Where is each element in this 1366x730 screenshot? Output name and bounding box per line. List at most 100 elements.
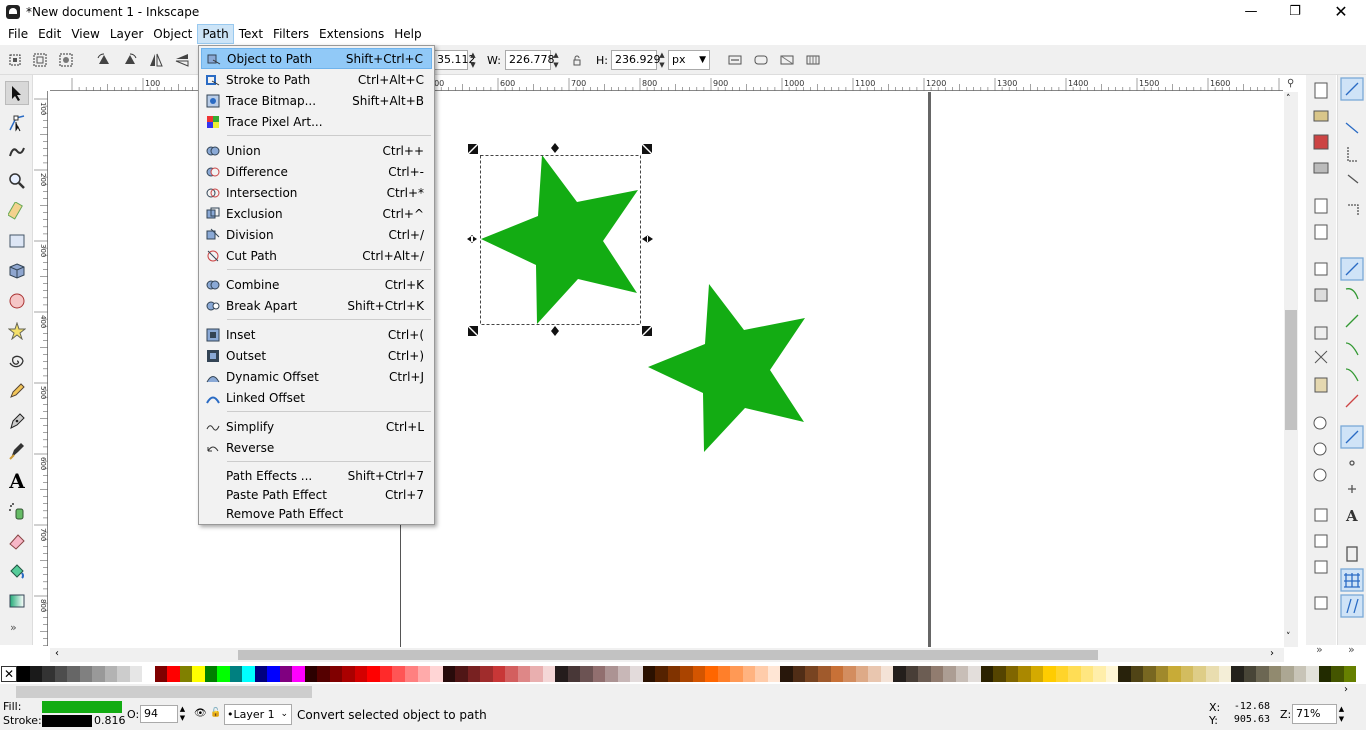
new-document-icon[interactable] (1314, 82, 1328, 99)
snap-bbox-center-icon[interactable] (1348, 204, 1359, 215)
unit-select[interactable]: px ▼ (668, 50, 710, 70)
color-swatch[interactable] (129, 666, 143, 682)
layer-select[interactable]: •Layer 1 ⌄ (224, 704, 292, 725)
color-swatch[interactable] (192, 666, 205, 682)
deselect-icon[interactable] (58, 52, 74, 68)
paste-icon[interactable] (1314, 377, 1328, 393)
opacity-field[interactable]: 94 (140, 705, 178, 723)
color-swatch[interactable] (605, 666, 618, 682)
color-swatch[interactable] (304, 666, 318, 682)
snap-bbox-corner-icon[interactable] (1347, 147, 1358, 162)
transform-gradients-icon[interactable] (779, 52, 795, 68)
vertical-scrollbar[interactable]: ˄ ˅ (1284, 92, 1298, 647)
zoom-page-icon[interactable] (1313, 468, 1327, 482)
color-swatch[interactable] (442, 666, 456, 682)
color-swatch[interactable] (1218, 666, 1232, 682)
scroll-up-icon[interactable]: ˄ (1286, 94, 1291, 104)
palette-scrollbar[interactable]: › (0, 684, 1366, 700)
menu-filters[interactable]: Filters (268, 24, 314, 44)
color-swatch[interactable] (692, 666, 706, 682)
color-swatch[interactable] (1130, 666, 1144, 682)
resize-handle-nw[interactable] (468, 144, 478, 154)
pencil-tool[interactable] (5, 379, 29, 403)
menu-item-inset[interactable]: Inset Ctrl+( (201, 324, 432, 345)
color-swatch[interactable] (455, 666, 468, 682)
snap-smooth-nodes-icon[interactable] (1345, 368, 1359, 382)
scroll-down-icon[interactable]: ˅ (1286, 632, 1291, 642)
select-all-layers-icon[interactable] (32, 52, 48, 68)
color-swatch[interactable] (1068, 666, 1081, 682)
select-all-icon[interactable] (7, 52, 23, 68)
redo-icon[interactable] (1314, 288, 1328, 302)
color-swatch[interactable] (1231, 666, 1244, 682)
color-swatch[interactable] (530, 666, 543, 682)
color-swatch[interactable] (792, 666, 806, 682)
save-icon[interactable] (1313, 134, 1329, 150)
color-swatch[interactable] (17, 666, 30, 682)
menu-file[interactable]: File (3, 24, 33, 44)
rotate-cw-icon[interactable] (122, 52, 138, 68)
color-swatch[interactable] (1331, 666, 1344, 682)
resize-handle-w[interactable] (467, 235, 477, 243)
menu-item-trace-bitmap[interactable]: Trace Bitmap... Shift+Alt+B (201, 90, 432, 111)
export-icon[interactable] (1314, 224, 1328, 240)
color-swatch[interactable] (92, 666, 105, 682)
color-swatch[interactable] (930, 666, 944, 682)
color-swatch[interactable] (342, 666, 355, 682)
color-swatch[interactable] (1243, 666, 1257, 682)
palette-scroll-right-icon[interactable]: › (1344, 684, 1348, 695)
color-swatch[interactable] (480, 666, 493, 682)
horizontal-scroll-thumb[interactable] (238, 650, 1098, 660)
color-swatch[interactable] (1306, 666, 1319, 682)
menu-help[interactable]: Help (389, 24, 426, 44)
color-swatch[interactable] (242, 666, 255, 682)
maximize-button[interactable]: ❐ (1272, 0, 1318, 23)
snap-line-midpoints-icon[interactable] (1345, 394, 1359, 408)
gradient-tool[interactable] (5, 589, 29, 613)
color-swatch[interactable] (1193, 666, 1206, 682)
menu-item-combine[interactable]: Combine Ctrl+K (201, 274, 432, 295)
star-tool[interactable] (5, 319, 29, 343)
pen-tool[interactable] (5, 409, 29, 433)
menu-item-object-to-path[interactable]: Object to Path Shift+Ctrl+C (201, 48, 432, 69)
color-swatch[interactable] (204, 666, 218, 682)
color-swatch[interactable] (505, 666, 518, 682)
menu-path[interactable]: Path (197, 24, 234, 44)
spiral-tool[interactable] (5, 349, 29, 373)
calligraphy-tool[interactable] (5, 439, 29, 463)
paint-bucket-tool[interactable] (5, 559, 29, 583)
menu-item-dynamic-offset[interactable]: Dynamic Offset Ctrl+J (201, 366, 432, 387)
color-swatch[interactable] (1143, 666, 1156, 682)
x-spin-button[interactable]: ▲ ▼ (468, 50, 478, 70)
color-swatch[interactable] (1043, 666, 1056, 682)
color-swatch[interactable] (354, 666, 368, 682)
lock-icon[interactable] (569, 52, 585, 68)
stroke-swatch[interactable] (42, 715, 92, 727)
clone-icon[interactable] (1314, 534, 1328, 548)
transform-patterns-icon[interactable] (805, 52, 821, 68)
zoom-tool[interactable] (5, 169, 29, 193)
star-1-selected[interactable] (481, 155, 638, 324)
color-swatch[interactable] (254, 666, 268, 682)
resize-handle-n[interactable] (551, 143, 559, 153)
color-swatch[interactable] (79, 666, 93, 682)
color-swatch[interactable] (367, 666, 380, 682)
color-swatch[interactable] (117, 666, 130, 682)
color-swatch[interactable] (918, 666, 931, 682)
group-icon[interactable] (1314, 596, 1328, 610)
color-swatch[interactable] (1205, 666, 1219, 682)
star-2[interactable] (648, 284, 805, 452)
color-swatch[interactable] (1343, 666, 1357, 682)
color-swatch[interactable] (1105, 666, 1119, 682)
color-swatch[interactable] (542, 666, 556, 682)
menu-item-reverse[interactable]: Reverse (201, 437, 432, 458)
resize-handle-e[interactable] (642, 235, 653, 243)
zoom-drawing-icon[interactable] (1313, 442, 1327, 456)
menu-item-trace-pixel-art[interactable]: Trace Pixel Art... (201, 111, 432, 132)
menu-item-break-apart[interactable]: Break Apart Shift+Ctrl+K (201, 295, 432, 316)
color-swatch[interactable] (1318, 666, 1332, 682)
zoom-field[interactable]: 71% (1292, 704, 1337, 724)
flip-horizontal-icon[interactable] (148, 52, 164, 68)
scroll-right-icon[interactable]: › (1270, 648, 1274, 659)
more-commands-icon[interactable]: » (1316, 643, 1323, 656)
